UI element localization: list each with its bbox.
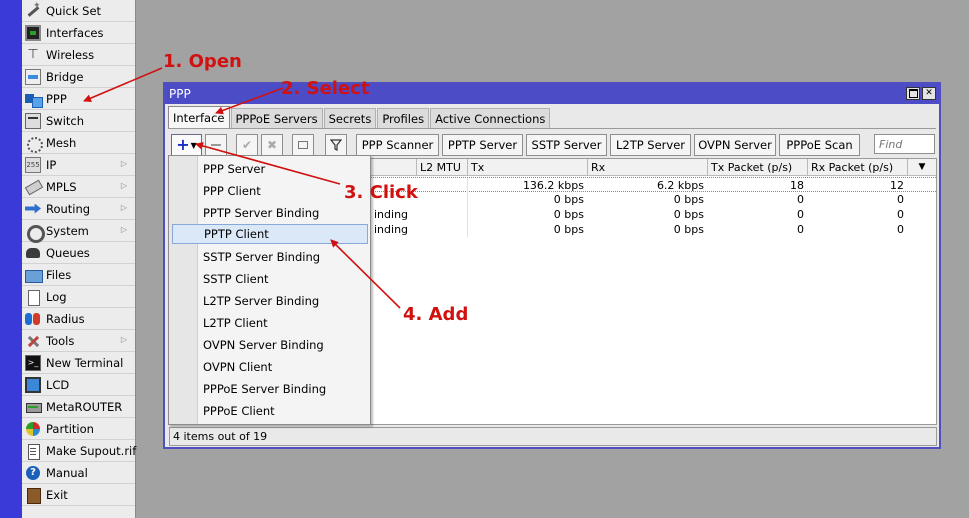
arrow-step-4 <box>330 239 401 309</box>
annotation-step-1: 1. Open <box>163 51 242 72</box>
annotation-step-2: 2. Select <box>281 78 370 99</box>
arrow-step-3 <box>195 142 341 185</box>
annotation-step-3: 3. Click <box>344 182 418 203</box>
arrow-step-2 <box>215 87 284 115</box>
annotation-arrows <box>83 67 401 309</box>
annotation-step-4: 4. Add <box>403 304 469 325</box>
arrow-step-1 <box>83 67 163 102</box>
